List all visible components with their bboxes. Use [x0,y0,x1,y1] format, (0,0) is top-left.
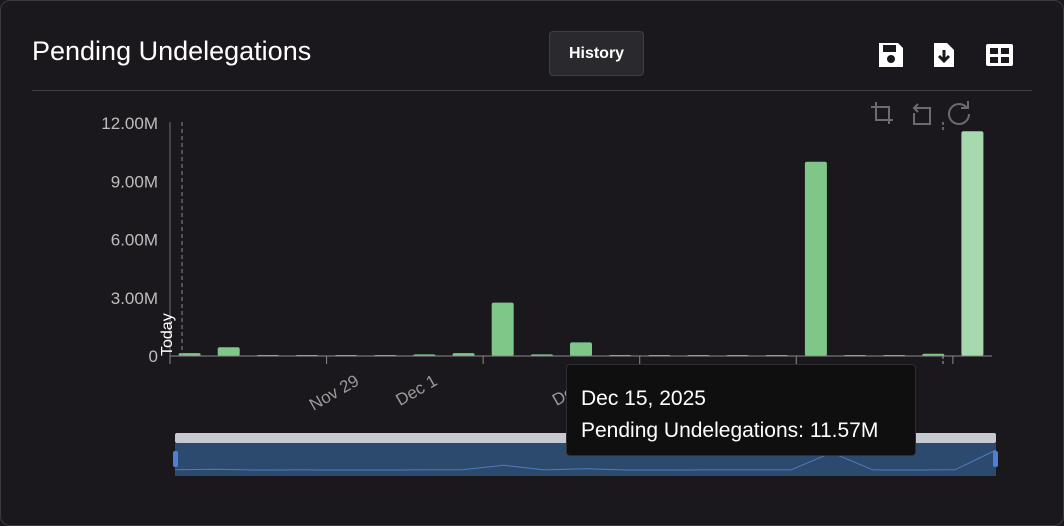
bar-dec-11[interactable] [804,161,827,356]
y-tick-label: 0 [149,347,158,366]
slider-handle-left[interactable] [173,451,178,467]
y-tick-label: 9.00M [111,172,158,191]
y-tick-label: 12.00M [101,114,158,133]
y-tick-label: 6.00M [111,231,158,250]
tooltip-value: Pending Undelegations: 11.57M [581,419,879,442]
bar-dec-15[interactable] [961,131,984,356]
bar-nov-26[interactable] [217,347,240,356]
bar-dec-5[interactable] [570,342,592,356]
x-tick-label: Nov 29 [306,371,362,414]
today-label: Today [159,313,176,356]
tooltip-date: Dec 15, 2025 [581,387,706,410]
slider-handle-right[interactable] [993,451,998,467]
y-tick-label: 3.00M [111,289,158,308]
x-tick-label: Dec 1 [392,371,440,410]
chart-tooltip: Dec 15, 2025 Pending Undelegations: 11.5… [566,364,916,456]
bar-dec-3[interactable] [491,302,514,356]
